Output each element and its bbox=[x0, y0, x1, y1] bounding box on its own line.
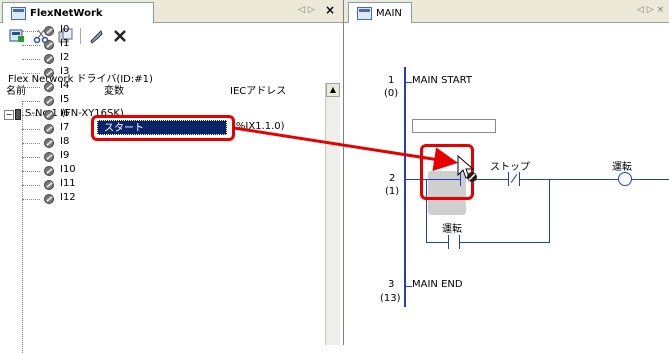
drag-arrow bbox=[233, 126, 458, 172]
